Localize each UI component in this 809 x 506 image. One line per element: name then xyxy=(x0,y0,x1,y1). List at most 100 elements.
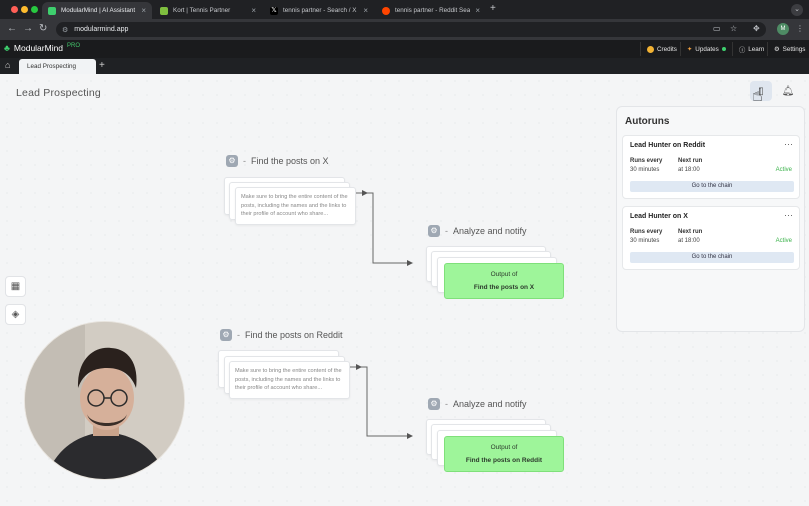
profile-avatar[interactable]: M xyxy=(777,23,789,35)
new-tab-button[interactable]: + xyxy=(490,3,496,14)
node-title: Find the posts on X xyxy=(251,156,329,166)
bell-icon: 🔔︎ xyxy=(781,85,795,97)
separator-dash: - xyxy=(237,330,240,340)
node-gear-icon: ⚙ xyxy=(428,225,440,237)
go-to-chain-button[interactable]: Go to the chain xyxy=(630,252,794,263)
autorun-name: Lead Hunter on X xyxy=(630,213,688,220)
settings-button[interactable]: ⚙ Settings xyxy=(767,42,809,56)
node-gear-icon: ⚙ xyxy=(220,329,232,341)
learn-button[interactable]: ⓘ Learn xyxy=(732,42,770,56)
home-icon[interactable]: ⌂ xyxy=(5,60,10,70)
autoruns-panel: Autoruns Lead Hunter on Reddit ··· Runs … xyxy=(616,106,805,332)
reddit-favicon-icon xyxy=(382,6,390,15)
minimize-window-button[interactable] xyxy=(21,6,28,13)
maximize-window-button[interactable] xyxy=(31,6,38,13)
autorun-card: Lead Hunter on Reddit ··· Runs every 30 … xyxy=(622,135,800,199)
pro-badge: PRO xyxy=(67,43,81,49)
output-card-x[interactable]: Output of Find the posts on X xyxy=(444,263,564,299)
status-badge: Active xyxy=(775,238,792,244)
autorun-card: Lead Hunter on X ··· Runs every 30 minut… xyxy=(622,206,800,270)
next-run-label: Next run xyxy=(678,229,703,235)
status-badge: Active xyxy=(775,167,792,173)
updates-button[interactable]: ✦ Updates xyxy=(680,42,732,56)
credits-label: Credits xyxy=(657,45,677,53)
presenter-video xyxy=(25,322,184,479)
runs-every-label: Runs every xyxy=(630,229,663,235)
browser-tab-modularmind[interactable]: ModularMind | AI Assistant × xyxy=(42,2,152,19)
x-favicon-icon: 𝕏 xyxy=(270,6,278,15)
app-header: ♣ ModularMind PRO Credits ✦ Updates ⓘ Le… xyxy=(0,40,809,58)
info-icon: ⓘ xyxy=(739,46,746,54)
more-menu-icon[interactable]: ⋮ xyxy=(796,24,804,33)
next-run-label: Next run xyxy=(678,158,703,164)
autorun-name: Lead Hunter on Reddit xyxy=(630,142,706,149)
close-tab-icon[interactable]: × xyxy=(141,6,146,15)
tab-title: tennis partner - Reddit Search xyxy=(395,7,471,14)
more-options-icon[interactable]: ··· xyxy=(784,210,793,220)
node-analyze-x-header[interactable]: ⚙ - Analyze and notify xyxy=(428,225,527,237)
add-page-tab-button[interactable]: + xyxy=(99,60,105,71)
url-field[interactable]: ⚙ modularmind.app xyxy=(56,22,766,37)
settings-label: Settings xyxy=(782,45,806,53)
webcam-overlay xyxy=(24,321,185,480)
brand-name: ModularMind xyxy=(13,43,64,53)
learn-label: Learn xyxy=(748,45,765,53)
reload-icon[interactable]: ↻ xyxy=(39,23,47,34)
separator-dash: - xyxy=(243,156,246,166)
url-text: modularmind.app xyxy=(74,26,129,33)
updates-label: Updates xyxy=(695,45,719,53)
tab-title: ModularMind | AI Assistant xyxy=(61,7,136,14)
node-find-posts-x-header[interactable]: ⚙ - Find the posts on X xyxy=(226,155,329,167)
next-run-value: at 18:00 xyxy=(678,167,700,173)
modularmind-favicon-icon xyxy=(48,6,56,15)
autoruns-title: Autoruns xyxy=(625,116,670,127)
back-arrow-icon[interactable]: ← xyxy=(7,23,17,34)
node-title: Find the posts on Reddit xyxy=(245,330,343,340)
cast-icon[interactable]: ▭ xyxy=(713,24,721,33)
connector-x xyxy=(357,192,413,266)
output-label: Output of xyxy=(490,271,518,278)
runs-every-value: 30 minutes xyxy=(630,167,660,173)
tab-title: tennis partner - Search / X xyxy=(283,7,357,14)
gear-icon: ⚙ xyxy=(774,45,780,53)
kort-favicon-icon xyxy=(160,6,168,15)
tab-lead-prospecting[interactable]: Lead Prospecting xyxy=(19,59,96,74)
browser-tab-x-search[interactable]: 𝕏 tennis partner - Search / X × xyxy=(264,2,374,19)
node-title: Analyze and notify xyxy=(453,226,527,236)
separator-dash: - xyxy=(445,226,448,236)
connector-reddit xyxy=(352,366,413,439)
prompt-card-x[interactable]: Make sure to bring the entire content of… xyxy=(235,187,356,225)
hand-cursor-icon: ☝ xyxy=(752,85,763,105)
modularmind-logo-icon: ♣ xyxy=(4,43,10,53)
extensions-icon[interactable]: ✥ xyxy=(753,24,760,33)
updates-indicator-dot xyxy=(721,47,726,51)
prompt-card-reddit[interactable]: Make sure to bring the entire content of… xyxy=(229,361,350,399)
node-find-posts-reddit-header[interactable]: ⚙ - Find the posts on Reddit xyxy=(220,329,343,341)
bookmark-star-icon[interactable]: ☆ xyxy=(730,24,737,33)
close-window-button[interactable] xyxy=(11,6,18,13)
prompt-text: Make sure to bring the entire content of… xyxy=(241,194,348,217)
site-info-icon[interactable]: ⚙ xyxy=(62,26,68,34)
page-tab-bar: ⌂ Lead Prospecting + xyxy=(0,58,809,74)
node-analyze-reddit-header[interactable]: ⚙ - Analyze and notify xyxy=(428,398,527,410)
close-tab-icon[interactable]: × xyxy=(251,6,256,15)
output-source: Find the posts on X xyxy=(473,284,535,291)
go-to-chain-button[interactable]: Go to the chain xyxy=(630,181,794,192)
runs-every-label: Runs every xyxy=(630,158,663,164)
notifications-button[interactable]: 🔔︎ xyxy=(777,81,799,101)
brand[interactable]: ♣ ModularMind PRO xyxy=(4,43,80,53)
browser-tab-reddit-search[interactable]: tennis partner - Reddit Search × xyxy=(376,2,486,19)
chevron-down-icon[interactable]: ⌄ xyxy=(791,4,803,16)
output-card-reddit[interactable]: Output of Find the posts on Reddit xyxy=(444,436,564,472)
tab-title: Kort | Tennis Partner xyxy=(173,7,231,14)
node-title: Analyze and notify xyxy=(453,399,527,409)
more-options-icon[interactable]: ··· xyxy=(784,139,793,149)
close-tab-icon[interactable]: × xyxy=(475,6,480,15)
next-run-value: at 18:00 xyxy=(678,238,700,244)
coin-icon xyxy=(647,45,654,53)
node-gear-icon: ⚙ xyxy=(226,155,238,167)
forward-arrow-icon[interactable]: → xyxy=(23,23,33,34)
close-tab-icon[interactable]: × xyxy=(363,6,368,15)
credits-button[interactable]: Credits xyxy=(640,42,683,56)
browser-tab-kort[interactable]: Kort | Tennis Partner × xyxy=(154,2,262,19)
